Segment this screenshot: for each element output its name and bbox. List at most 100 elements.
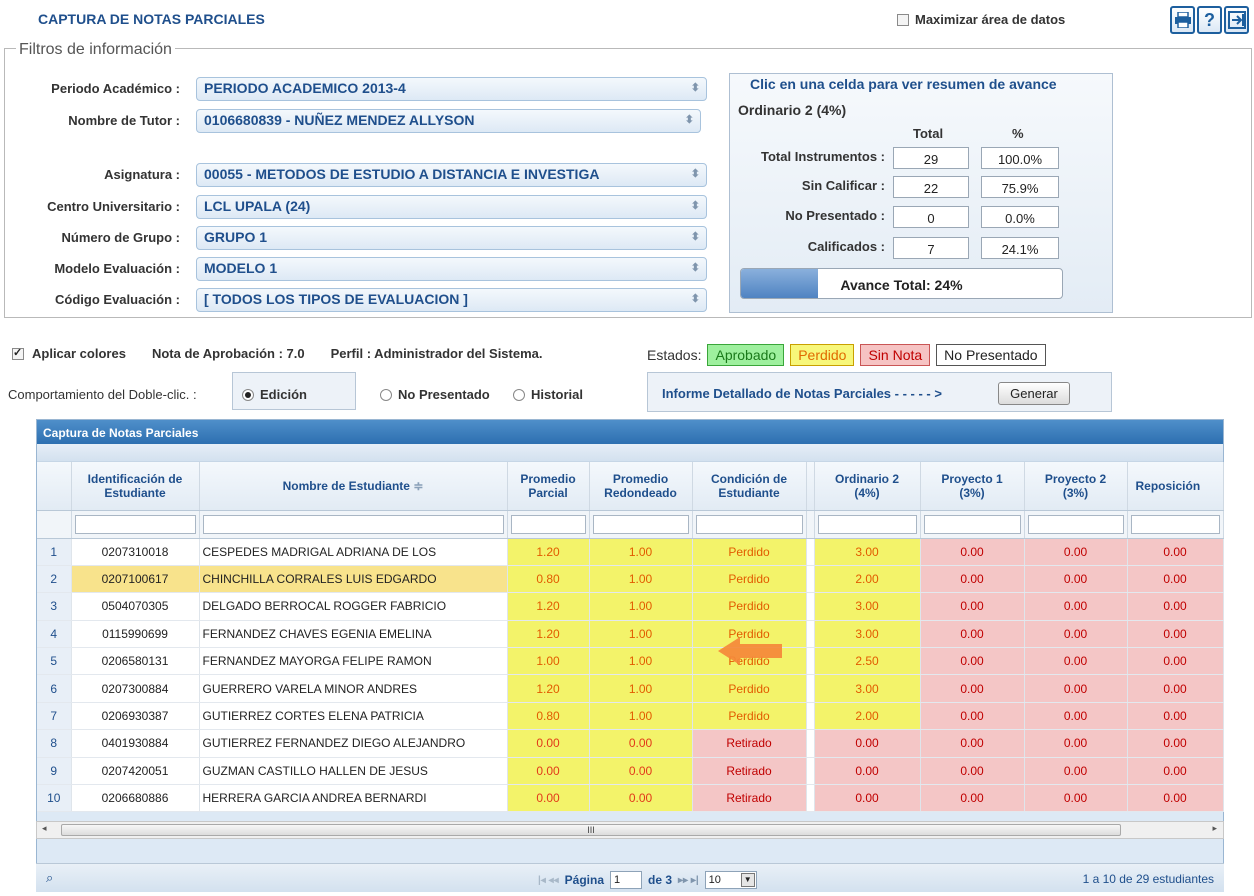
cell-reposicion[interactable]: 0.00 — [1127, 538, 1224, 566]
cell-condicion[interactable]: Perdido — [692, 565, 807, 594]
cell-reposicion[interactable]: 0.00 — [1127, 620, 1224, 649]
cell-id[interactable]: 0207420051 — [71, 757, 200, 786]
grupo-select[interactable]: GRUPO 1 ⬍ — [196, 226, 707, 250]
cell-prom-redondeado[interactable]: 1.00 — [589, 592, 693, 621]
table-row[interactable]: 8 0401930884 GUTIERREZ FERNANDEZ DIEGO ALE… — [37, 729, 1224, 758]
filter-input-ordinario2[interactable] — [817, 514, 917, 534]
cell-proyecto2[interactable]: 0.00 — [1024, 674, 1128, 703]
cell-id[interactable]: 0401930884 — [71, 729, 200, 758]
cell-prom-redondeado[interactable]: 1.00 — [589, 565, 693, 594]
cell-condicion[interactable]: Retirado — [692, 729, 807, 758]
cell-proyecto2[interactable]: 0.00 — [1024, 565, 1128, 594]
cell-proyecto1[interactable]: 0.00 — [920, 702, 1025, 731]
cell-id[interactable]: 0206930387 — [71, 702, 200, 731]
rows-per-page-select[interactable]: 10 ▼ — [704, 871, 757, 889]
cell-proyecto1[interactable]: 0.00 — [920, 565, 1025, 594]
cell-proyecto1[interactable]: 0.00 — [920, 784, 1025, 813]
cell-reposicion[interactable]: 0.00 — [1127, 784, 1224, 813]
apply-colors-checkbox[interactable] — [12, 346, 24, 360]
scrollbar-thumb[interactable]: III — [61, 824, 1121, 836]
cell-name[interactable]: FERNANDEZ CHAVES EGENIA EMELINA — [199, 620, 508, 649]
filter-input-proyecto1[interactable] — [923, 514, 1021, 534]
cell-prom-parcial[interactable]: 0.00 — [507, 729, 590, 758]
cell-prom-parcial[interactable]: 0.00 — [507, 784, 590, 813]
cell-prom-parcial[interactable]: 1.20 — [507, 538, 590, 566]
cell-reposicion[interactable]: 0.00 — [1127, 565, 1224, 594]
generate-button[interactable]: Generar — [998, 382, 1070, 405]
exit-icon[interactable] — [1224, 6, 1249, 34]
print-icon[interactable] — [1170, 6, 1195, 34]
filter-input-condicion[interactable] — [695, 514, 803, 534]
cell-proyecto2[interactable]: 0.00 — [1024, 702, 1128, 731]
cell-prom-redondeado[interactable]: 1.00 — [589, 538, 693, 566]
cell-proyecto1[interactable]: 0.00 — [920, 592, 1025, 621]
cell-ordinario2[interactable]: 0.00 — [814, 757, 921, 786]
table-row[interactable]: 6 0207300884 GUERRERO VARELA MINOR ANDRES 1… — [37, 674, 1224, 703]
cell-name[interactable]: CESPEDES MADRIGAL ADRIANA DE LOS — [199, 538, 508, 566]
cell-id[interactable]: 0206580131 — [71, 647, 200, 676]
modelo-select[interactable]: MODELO 1 ⬍ — [196, 257, 707, 281]
radio-edicion[interactable]: Edición — [242, 387, 307, 402]
cell-prom-redondeado[interactable]: 0.00 — [589, 757, 693, 786]
cell-prom-parcial[interactable]: 1.00 — [507, 647, 590, 676]
table-row[interactable]: 1 0207310018 CESPEDES MADRIGAL ADRIANA DE … — [37, 538, 1224, 566]
cell-condicion[interactable]: Retirado — [692, 784, 807, 813]
codigo-select[interactable]: [ TODOS LOS TIPOS DE EVALUACION ] ⬍ — [196, 288, 707, 312]
table-row[interactable]: 9 0207420051 GUZMAN CASTILLO HALLEN DE JES… — [37, 757, 1224, 786]
cell-prom-redondeado[interactable]: 1.00 — [589, 674, 693, 703]
cell-condicion[interactable]: Retirado — [692, 757, 807, 786]
maximize-toggle[interactable]: Maximizar área de datos — [897, 12, 1065, 27]
cell-name[interactable]: HERRERA GARCIA ANDREA BERNARDI — [199, 784, 508, 813]
cell-prom-parcial[interactable]: 0.00 — [507, 757, 590, 786]
cell-ordinario2[interactable]: 3.00 — [814, 538, 921, 566]
chevron-down-icon[interactable]: ▼ — [740, 873, 755, 887]
radio-no-presentado[interactable]: No Presentado — [380, 387, 490, 402]
cell-name[interactable]: GUERRERO VARELA MINOR ANDRES — [199, 674, 508, 703]
cell-reposicion[interactable]: 0.00 — [1127, 757, 1224, 786]
cell-id[interactable]: 0206680886 — [71, 784, 200, 813]
cell-reposicion[interactable]: 0.00 — [1127, 647, 1224, 676]
cell-id[interactable]: 0207300884 — [71, 674, 200, 703]
cell-prom-redondeado[interactable]: 1.00 — [589, 702, 693, 731]
periodo-select[interactable]: PERIODO ACADEMICO 2013-4 ⬍ — [196, 77, 707, 101]
table-row[interactable]: 2 0207100617 CHINCHILLA CORRALES LUIS EDGA… — [37, 565, 1224, 594]
col-header-prom-redondeado[interactable]: Promedio Redondeado — [589, 462, 693, 511]
cell-ordinario2[interactable]: 3.00 — [814, 620, 921, 649]
table-row[interactable]: 10 0206680886 HERRERA GARCIA ANDREA BERNAR… — [37, 784, 1224, 813]
col-header-proyecto1[interactable]: Proyecto 1 (3%) — [920, 462, 1025, 511]
cell-proyecto1[interactable]: 0.00 — [920, 674, 1025, 703]
search-icon[interactable]: ⌕ — [46, 870, 53, 886]
cell-name[interactable]: DELGADO BERROCAL ROGGER FABRICIO — [199, 592, 508, 621]
filter-input-id[interactable] — [74, 514, 196, 534]
cell-id[interactable]: 0207100617 — [71, 565, 200, 594]
cell-prom-parcial[interactable]: 0.80 — [507, 702, 590, 731]
cell-ordinario2[interactable]: 3.00 — [814, 674, 921, 703]
cell-prom-parcial[interactable]: 1.20 — [507, 674, 590, 703]
cell-ordinario2[interactable]: 3.00 — [814, 592, 921, 621]
filter-input-prom-parcial[interactable] — [510, 514, 586, 534]
cell-reposicion[interactable]: 0.00 — [1127, 702, 1224, 731]
radio-button-icon[interactable] — [380, 388, 392, 401]
radio-button-icon[interactable] — [513, 388, 525, 401]
cell-id[interactable]: 0207310018 — [71, 538, 200, 566]
cell-name[interactable]: GUTIERREZ CORTES ELENA PATRICIA — [199, 702, 508, 731]
cell-proyecto1[interactable]: 0.00 — [920, 647, 1025, 676]
cell-name[interactable]: CHINCHILLA CORRALES LUIS EDGARDO — [199, 565, 508, 594]
cell-proyecto1[interactable]: 0.00 — [920, 620, 1025, 649]
col-header-ordinario2[interactable]: Ordinario 2 (4%) — [814, 462, 921, 511]
cell-condicion[interactable]: Perdido — [692, 702, 807, 731]
cell-id[interactable]: 0504070305 — [71, 592, 200, 621]
col-header-reposicion[interactable]: Reposición — [1127, 462, 1224, 511]
col-header-prom-parcial[interactable]: Promedio Parcial — [507, 462, 590, 511]
next-last-page-icon[interactable]: ▸▸ ▸| — [678, 875, 699, 886]
cell-ordinario2[interactable]: 2.50 — [814, 647, 921, 676]
cell-prom-redondeado[interactable]: 0.00 — [589, 729, 693, 758]
cell-prom-redondeado[interactable]: 1.00 — [589, 647, 693, 676]
table-row[interactable]: 7 0206930387 GUTIERREZ CORTES ELENA PATRIC… — [37, 702, 1224, 731]
filter-input-name[interactable] — [202, 514, 504, 534]
cell-prom-redondeado[interactable]: 1.00 — [589, 620, 693, 649]
horizontal-scrollbar[interactable]: ◂ III ▸ — [36, 821, 1224, 839]
radio-button-icon[interactable] — [242, 388, 254, 401]
cell-proyecto2[interactable]: 0.00 — [1024, 592, 1128, 621]
cell-prom-parcial[interactable]: 1.20 — [507, 620, 590, 649]
